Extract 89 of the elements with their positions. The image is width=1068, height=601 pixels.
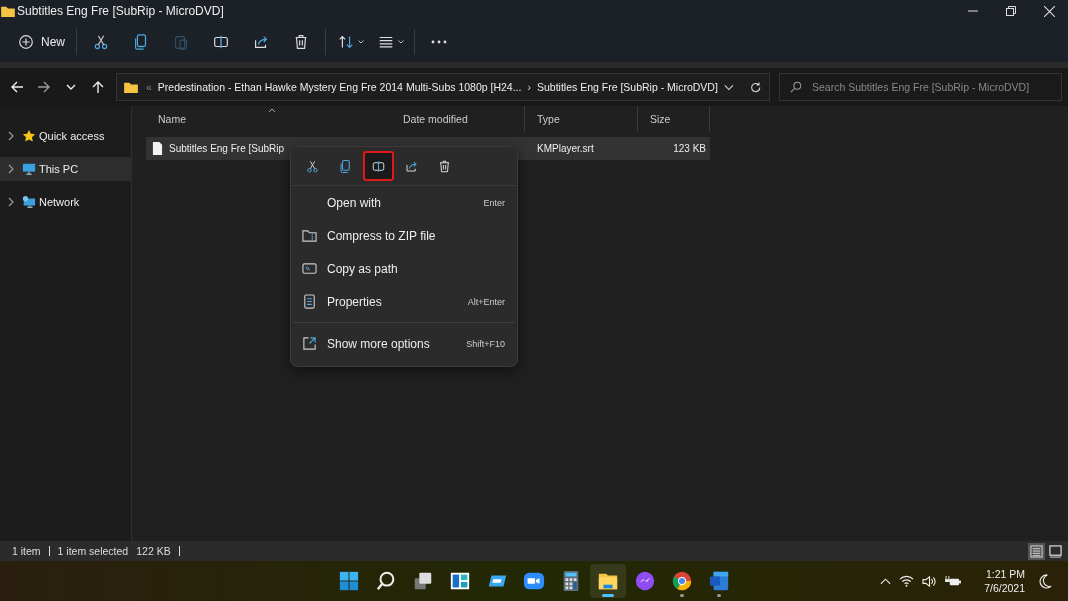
overflow-chevron[interactable]: « (146, 81, 152, 93)
column-header[interactable]: Type (525, 106, 638, 132)
rename-button[interactable] (363, 151, 394, 181)
trash-icon (437, 158, 452, 174)
copy-icon (338, 158, 353, 174)
shortcut-label: Enter (483, 197, 505, 208)
star-icon (22, 129, 36, 143)
share-icon (252, 33, 270, 51)
rename-icon (371, 158, 386, 174)
column-header[interactable]: Date modified (391, 106, 525, 132)
menu-item[interactable]: Properties Alt+Enter (291, 285, 517, 318)
time: 1:21 PM (985, 567, 1025, 581)
restore-icon (1006, 6, 1016, 16)
properties-icon (302, 294, 317, 309)
breadcrumb-separator: › (527, 81, 531, 93)
wifi-icon[interactable] (899, 575, 915, 587)
right-arrow-icon (36, 80, 51, 94)
scissors-icon (305, 158, 320, 174)
item-count: 1 item (12, 545, 41, 557)
zip-folder-icon (302, 228, 317, 243)
date: 7/6/2021 (984, 581, 1025, 595)
folder-icon (124, 81, 138, 93)
plus-circle-icon (17, 33, 35, 51)
caret-icon (357, 40, 364, 44)
overlapping-windows-icon (412, 570, 434, 592)
moon-icon[interactable] (1039, 573, 1054, 589)
expand-chevron-icon[interactable] (8, 164, 14, 174)
shortcut-label: Shift+F10 (466, 338, 505, 349)
volume-icon[interactable] (922, 574, 938, 588)
sidebar-item[interactable]: Network (0, 190, 131, 214)
refresh-icon[interactable] (749, 80, 761, 94)
path-icon (302, 261, 317, 276)
left-arrow-icon (9, 80, 24, 94)
breadcrumb[interactable]: Subtitles Eng Fre [SubRip - MicroDVD] (536, 81, 718, 93)
caret-icon (397, 40, 404, 44)
chat-bubble-icon (634, 570, 656, 592)
window-title: Subtitles Eng Fre [SubRip - MicroDVD] (17, 4, 224, 18)
monitor-icon (22, 162, 36, 176)
network-icon (22, 195, 36, 209)
widgets-icon (449, 570, 471, 592)
chevron-down-icon (65, 84, 76, 90)
menu-item[interactable]: Show more options Shift+F10 (291, 327, 517, 360)
running-indicator (680, 594, 684, 597)
details-view-button[interactable] (1028, 542, 1045, 560)
running-indicator (717, 594, 721, 597)
new-button[interactable]: New (10, 26, 72, 58)
menu-item[interactable]: Compress to ZIP file (291, 219, 517, 252)
chevron-up-icon[interactable] (880, 577, 892, 585)
selection-size: 122 KB (136, 545, 171, 557)
rename-icon (212, 33, 230, 51)
more-icon (431, 40, 447, 44)
file-size: 123 KB (673, 143, 706, 154)
clock[interactable]: 1:21 PM 7/6/2021 (984, 567, 1025, 595)
battery-charging-icon[interactable] (945, 574, 963, 588)
tiles-view-icon (1049, 544, 1062, 558)
details-view-icon (1030, 544, 1043, 558)
menu-item[interactable]: Open with Enter (291, 186, 517, 219)
scissors-icon (92, 33, 110, 51)
file-name: Subtitles Eng Fre [SubRip (169, 143, 285, 154)
search-icon (375, 570, 397, 592)
menu-item[interactable]: Copy as path (291, 252, 517, 285)
file-icon (152, 142, 163, 155)
clipboard-icon (172, 33, 190, 51)
shortcut-label: Alt+Enter (467, 296, 505, 307)
breadcrumb[interactable]: Predestination - Ethan Hawke Mystery Eng Fre 2014 Multi-Subs 1080p [H24... (157, 81, 522, 93)
search-field[interactable]: Search Subtitles Eng Fre [SubRip - MicroDVD] (779, 73, 1062, 101)
expand-chevron-icon[interactable] (8, 131, 14, 141)
dropdown-icon[interactable] (723, 83, 734, 91)
tiles-view-button[interactable] (1047, 542, 1064, 560)
running-indicator (602, 594, 614, 597)
expand-icon (302, 336, 317, 351)
file-type: KMPlayer.srt (537, 143, 594, 154)
sidebar-item[interactable]: This PC (0, 157, 131, 181)
folder-icon (1, 5, 15, 17)
expand-chevron-icon[interactable] (8, 197, 14, 207)
sidebar-item[interactable]: Quick access (0, 124, 131, 148)
explorer-taskbar-button[interactable] (590, 564, 626, 598)
sort-caret-icon (268, 108, 276, 113)
column-header[interactable]: Name (146, 106, 391, 132)
up-arrow-icon (90, 80, 105, 94)
selection-info: 1 item selected (57, 545, 129, 557)
browser-icon (671, 570, 693, 592)
four-squares-icon (338, 570, 360, 592)
close-icon (1043, 5, 1055, 17)
document-icon (708, 570, 730, 592)
column-header[interactable]: Size (638, 106, 710, 132)
address-bar[interactable]: « Predestination - Ethan Hawke Mystery Eng Fre 2014 Multi-Subs 1080p [H24... › Subtitles Eng Fre [SubRip - MicroDVD] (116, 73, 770, 101)
search-icon (790, 81, 802, 93)
video-camera-icon (523, 570, 545, 592)
